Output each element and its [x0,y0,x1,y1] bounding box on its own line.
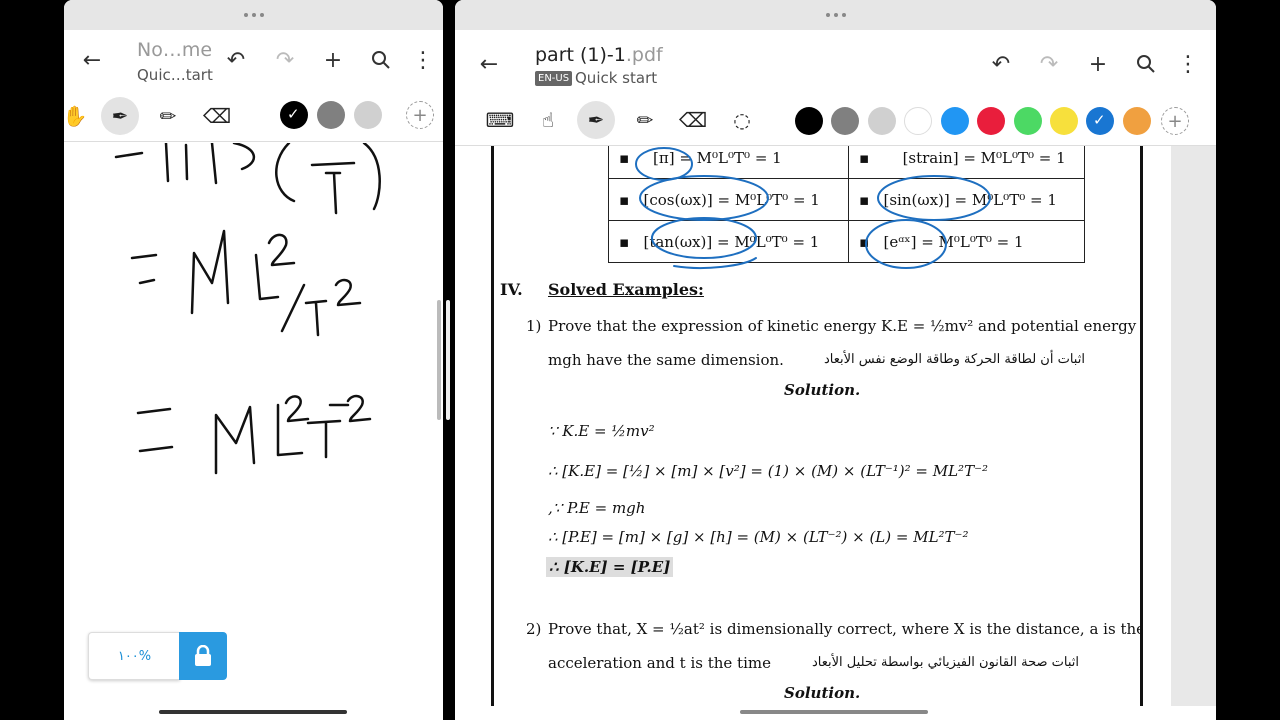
example-2-number: 2) [526,620,542,638]
more-options-icon[interactable]: ⋮ [1170,46,1206,82]
left-doc-title: No…me [137,39,213,61]
equation-2: ∴ [K.E] = [½] × [m] × [v²] = (1) × (M) ×… [548,462,989,480]
add-color-button[interactable]: + [406,101,434,129]
page-margin-right [1171,146,1216,706]
color-swatch-lightgray[interactable] [868,107,896,135]
language-badge: EN-US [535,71,573,86]
equation-5-highlighted: ∴ [K.E] = [P.E] [546,557,674,577]
pen-tool-icon[interactable]: ✒ [577,101,615,139]
more-options-icon[interactable]: ⋮ [405,42,441,78]
pdf-window: ← part (1)-1.pdf EN-US Quick start ↶ ↷ +… [455,0,1216,720]
left-doc-subtitle: Quic…tart [137,66,213,84]
left-app-bar: ← No…me Quic…tart ↶ ↷ + ⋮ [64,30,443,90]
color-swatch-black[interactable] [280,101,308,129]
pdf-subtitle: Quick start [575,69,658,87]
example-2-arabic: اثبات صحة القانون الفيزيائي بواسطة تحليل… [812,655,1080,670]
color-swatch-yellow[interactable] [1050,107,1078,135]
highlighter-tool-icon[interactable]: ✏ [626,101,664,139]
equation-3: ,∵ P.E = mgh [548,499,646,517]
lock-icon [195,645,211,666]
solution-2-heading: Solution. [784,684,861,702]
add-color-button[interactable]: + [1161,107,1189,135]
section-number: IV. [500,280,523,299]
right-pen-toolbar: ⌨ ☝ ✒ ✏ ⌫ ◌ + [455,94,1216,146]
color-swatch-red[interactable] [977,107,1005,135]
redo-icon[interactable]: ↷ [267,42,303,78]
section-title: Solved Examples: [548,280,704,299]
left-home-indicator[interactable] [159,710,347,714]
undo-icon[interactable]: ↶ [218,42,254,78]
example-1-line-2: mgh have the same dimension. [548,351,784,369]
color-swatch-darkblue[interactable] [1086,107,1114,135]
example-1-arabic: اثبات أن لطاقة الحركة وطاقة الوضع نفس ال… [824,352,1085,367]
redo-icon[interactable]: ↷ [1031,46,1067,82]
pdf-page[interactable]: ▪ [π] = M⁰L⁰T⁰ = 1 ▪ [strain] = M⁰L⁰T⁰ =… [491,146,1143,706]
color-swatch-white[interactable] [904,107,932,135]
search-icon[interactable] [1128,46,1164,82]
back-arrow-icon[interactable]: ← [74,42,110,78]
color-swatch-black[interactable] [795,107,823,135]
right-home-indicator[interactable] [740,710,928,714]
keyboard-icon[interactable]: ⌨ [481,101,519,139]
add-icon[interactable]: + [315,42,351,78]
pdf-title-name: part (1)-1 [535,44,626,66]
split-view-divider[interactable] [446,300,450,420]
note-window: ← No…me Quic…tart ↶ ↷ + ⋮ ✋ ✒ ✏ ⌫ + [64,0,443,720]
blue-ink-annotations [635,147,991,269]
undo-icon[interactable]: ↶ [983,46,1019,82]
example-1-number: 1) [526,317,542,335]
eraser-tool-icon[interactable]: ⌫ [198,97,236,135]
hand-tool-icon[interactable]: ☝ [529,101,567,139]
color-swatch-orange[interactable] [1123,107,1151,135]
pdf-title: part (1)-1.pdf [535,44,663,66]
pen-tool-icon[interactable]: ✒ [101,97,139,135]
lock-button[interactable] [179,632,227,680]
example-2-line-1: Prove that, X = ½at² is dimensionally co… [548,620,1143,638]
search-icon[interactable] [363,42,399,78]
pdf-title-ext: .pdf [625,44,663,66]
color-swatch-blue[interactable] [941,107,969,135]
back-arrow-icon[interactable]: ← [471,46,507,82]
right-app-bar: ← part (1)-1.pdf EN-US Quick start ↶ ↷ +… [455,30,1216,90]
left-pen-toolbar: ✋ ✒ ✏ ⌫ + [64,90,443,142]
highlighter-tool-icon[interactable]: ✏ [149,97,187,135]
hand-tool-icon[interactable]: ✋ [64,97,94,135]
color-swatch-green[interactable] [1014,107,1042,135]
equation-4: ∴ [P.E] = [m] × [g] × [h] = (M) × (LT⁻²)… [548,528,969,546]
window-drag-handle[interactable] [455,0,1216,30]
color-swatch-gray[interactable] [831,107,859,135]
color-swatch-lightgray[interactable] [354,101,382,129]
window-drag-handle[interactable] [64,0,443,30]
page-margin-left [455,146,491,706]
color-swatch-gray[interactable] [317,101,345,129]
lasso-tool-icon[interactable]: ◌ [723,101,761,139]
equation-1: ∵ K.E = ½mv² [548,422,655,440]
add-icon[interactable]: + [1080,46,1116,82]
example-2-line-2: acceleration and t is the time [548,654,771,672]
left-scrollbar[interactable] [437,300,441,420]
eraser-tool-icon[interactable]: ⌫ [674,101,712,139]
example-1-line-1: Prove that the expression of kinetic ene… [548,317,1143,335]
zoom-level-display[interactable]: ١٠٠% [88,632,180,680]
solution-heading: Solution. [784,381,861,399]
